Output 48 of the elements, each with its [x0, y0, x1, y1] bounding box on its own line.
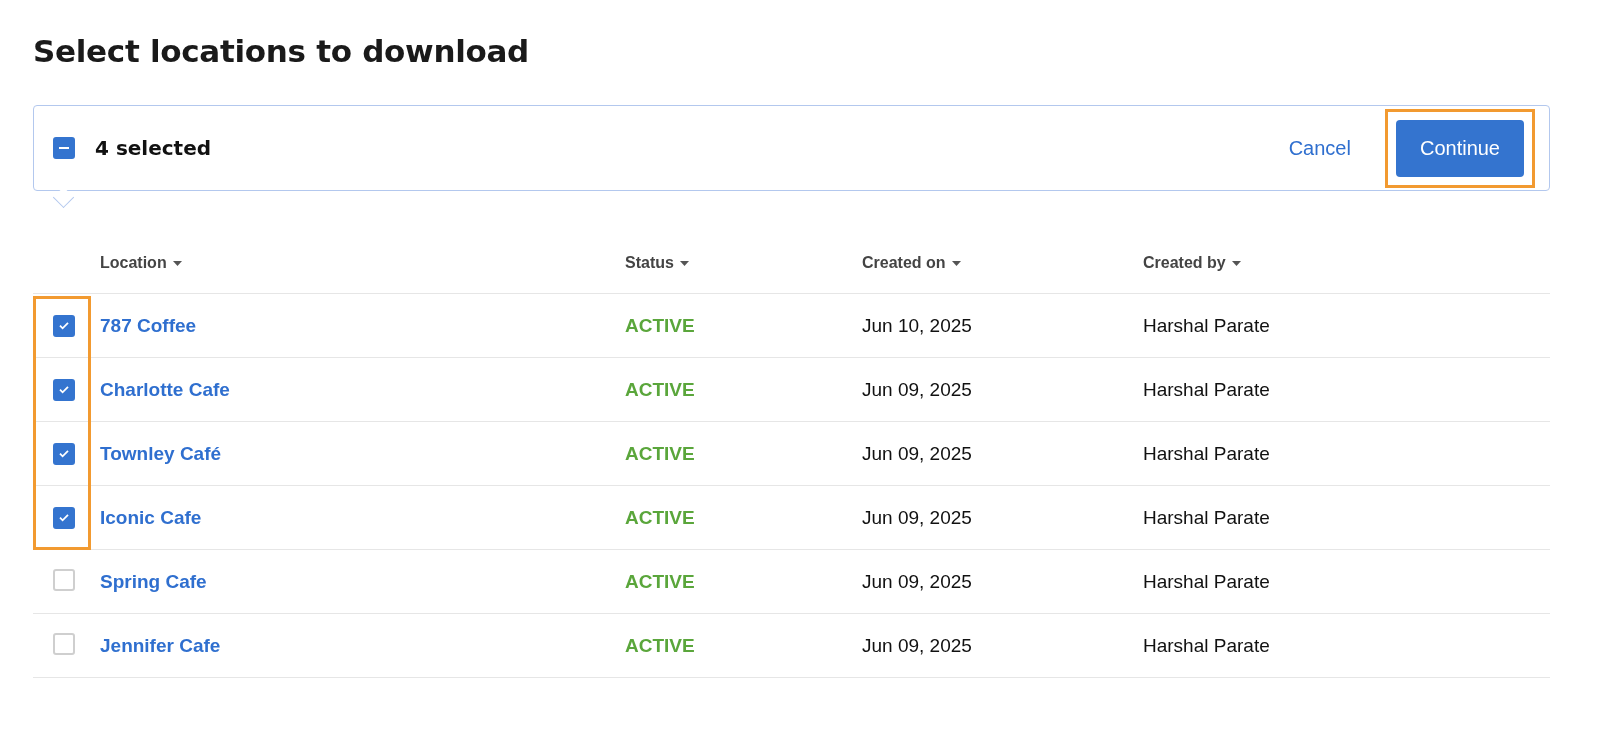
indeterminate-checkbox[interactable]	[53, 137, 75, 159]
sort-caret-icon	[679, 260, 689, 266]
checkmark-icon	[59, 385, 69, 394]
location-link[interactable]: Spring Cafe	[100, 570, 207, 593]
location-link[interactable]: Townley Café	[100, 442, 222, 465]
checked-checkbox[interactable]	[53, 506, 75, 529]
status-text: ACTIVE	[625, 570, 695, 593]
table-cell: Harshal Parate	[1143, 570, 1270, 593]
continue-button[interactable]: Continue	[1395, 119, 1524, 177]
selection-count: 4 selected	[95, 136, 212, 160]
table-cell: Harshal Parate	[1143, 314, 1270, 337]
status-text: ACTIVE	[625, 378, 695, 401]
cancel-button[interactable]: Cancel	[1284, 136, 1355, 160]
table-cell: Jun 09, 2025	[862, 506, 972, 529]
table-cell: Jun 09, 2025	[862, 634, 972, 657]
location-link[interactable]: Charlotte Cafe	[100, 378, 230, 401]
status-text: ACTIVE	[625, 634, 695, 657]
page-title: Select locations to download	[33, 33, 529, 69]
checkmark-icon	[59, 321, 69, 330]
status-text: ACTIVE	[625, 442, 695, 465]
column-header[interactable]: Location	[100, 254, 182, 272]
sort-caret-icon	[1231, 260, 1241, 266]
table-cell: Harshal Parate	[1143, 634, 1270, 657]
status-text: ACTIVE	[625, 314, 695, 337]
table-cell: Jun 09, 2025	[862, 570, 972, 593]
table-cell: Harshal Parate	[1143, 378, 1270, 401]
column-header[interactable]: Created on	[862, 254, 961, 272]
checkmark-icon	[59, 513, 69, 522]
table-cell: Harshal Parate	[1143, 506, 1270, 529]
sort-caret-icon	[172, 260, 182, 266]
status-text: ACTIVE	[625, 506, 695, 529]
sort-caret-icon	[951, 260, 961, 266]
checked-checkbox[interactable]	[53, 378, 75, 401]
checked-checkbox[interactable]	[53, 442, 75, 465]
table-cell: Jun 09, 2025	[862, 442, 972, 465]
table-cell: Harshal Parate	[1143, 442, 1270, 465]
unchecked-checkbox[interactable]	[53, 568, 75, 591]
table-cell: Jun 10, 2025	[862, 314, 972, 337]
location-link[interactable]: Jennifer Cafe	[100, 634, 221, 657]
location-link[interactable]: Iconic Cafe	[100, 506, 202, 529]
minus-icon	[59, 147, 69, 149]
unchecked-checkbox[interactable]	[53, 632, 75, 655]
checkmark-icon	[59, 449, 69, 458]
column-header[interactable]: Status	[625, 254, 689, 272]
checked-checkbox[interactable]	[53, 314, 75, 337]
table-cell: Jun 09, 2025	[862, 378, 972, 401]
location-link[interactable]: 787 Coffee	[100, 314, 197, 337]
column-header[interactable]: Created by	[1143, 254, 1241, 272]
